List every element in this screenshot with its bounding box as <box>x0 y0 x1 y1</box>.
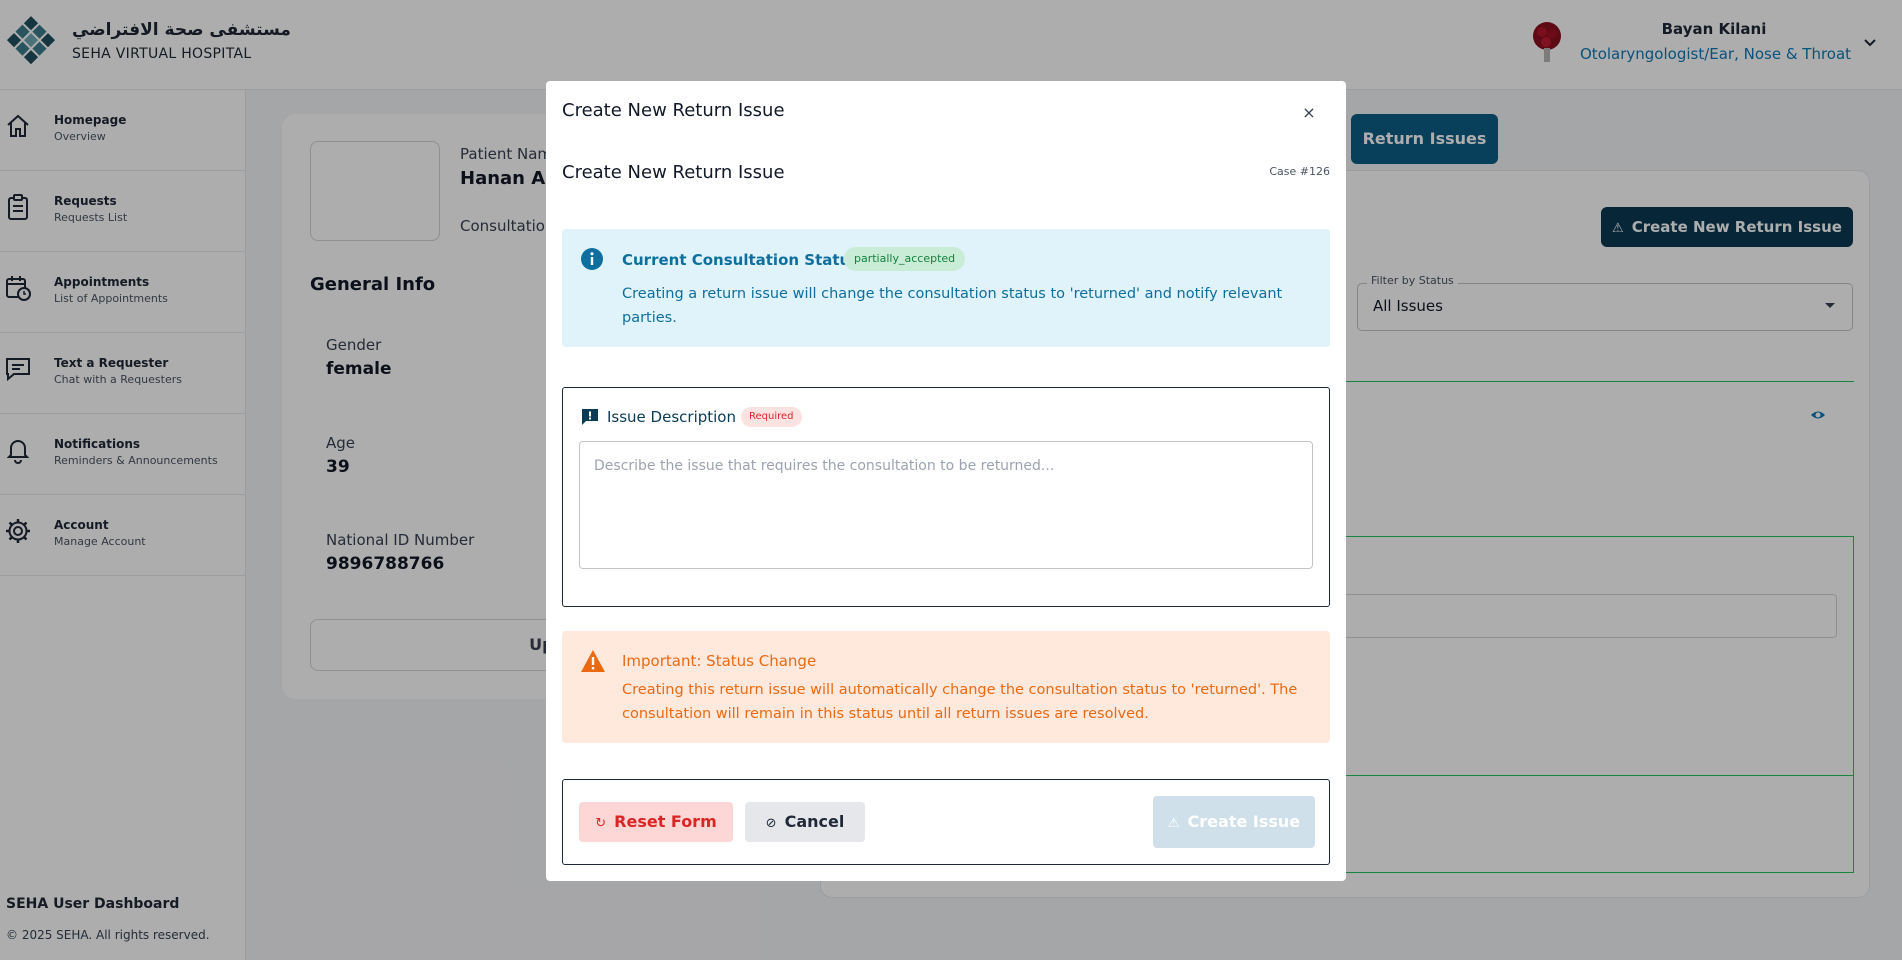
status-badge: partially_accepted <box>844 247 966 271</box>
consultation-status-info: Current Consultation Status: partially_a… <box>562 229 1330 347</box>
warning-icon <box>581 650 605 672</box>
feedback-icon <box>582 409 598 425</box>
dialog-actions: ↻ Reset Form ⊘ Cancel ⚠ Create Issue <box>562 779 1330 865</box>
case-number: Case #126 <box>1269 165 1330 178</box>
reset-form-label: Reset Form <box>614 812 717 831</box>
issue-description-textarea[interactable] <box>579 441 1313 569</box>
dialog-subtitle: Create New Return Issue <box>562 162 785 183</box>
status-label: Current Consultation Status: <box>622 251 866 269</box>
warning-title: Important: Status Change <box>622 652 817 670</box>
warning-text: Creating this return issue will automati… <box>622 682 1298 722</box>
refresh-icon: ↻ <box>595 816 607 831</box>
reset-form-button[interactable]: ↻ Reset Form <box>579 802 733 842</box>
create-return-issue-dialog: Create New Return Issue × Create New Ret… <box>546 81 1346 881</box>
block-icon: ⊘ <box>765 816 777 831</box>
required-badge: Required <box>741 407 802 427</box>
cancel-button[interactable]: ⊘ Cancel <box>745 802 865 842</box>
cancel-label: Cancel <box>784 812 845 831</box>
create-issue-button[interactable]: ⚠ Create Issue <box>1153 796 1315 848</box>
create-issue-label: Create Issue <box>1187 812 1301 831</box>
issue-description-section: Issue Description Required <box>562 387 1330 607</box>
status-change-warning: Important: Status Change Creating this r… <box>562 631 1330 743</box>
status-info-text: Creating a return issue will change the … <box>622 286 1283 326</box>
close-icon[interactable]: × <box>1296 101 1322 127</box>
warning-icon: ⚠ <box>1167 816 1180 831</box>
issue-description-label: Issue Description <box>607 408 736 426</box>
dialog-title: Create New Return Issue <box>562 100 785 121</box>
info-icon <box>581 248 603 270</box>
